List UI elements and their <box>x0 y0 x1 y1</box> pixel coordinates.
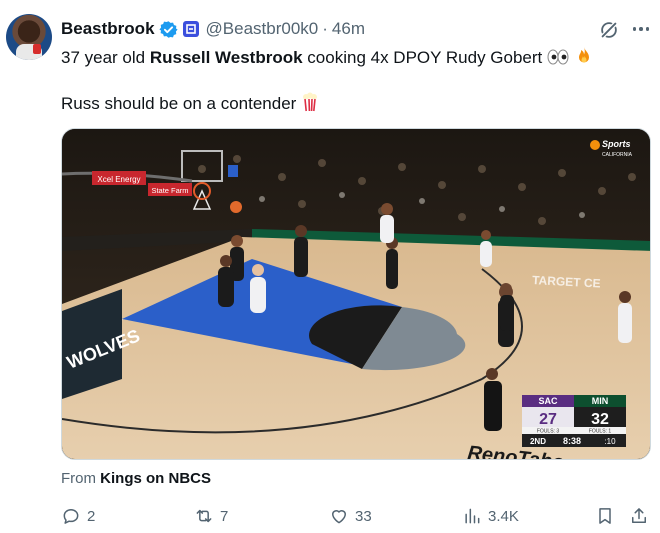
view-count: 3.4K <box>488 507 519 525</box>
bookmark-icon <box>599 508 611 524</box>
away-team: SAC <box>538 396 558 406</box>
display-name[interactable]: Beastbrook <box>61 19 155 39</box>
tweet-header: Beastbrook @Beastbr00k0 · 46m <box>61 18 365 40</box>
tweet-text-bold: Russell Westbrook <box>149 48 303 67</box>
user-handle[interactable]: @Beastbr00k0 <box>206 19 319 39</box>
repost-button[interactable]: 7 <box>194 503 228 529</box>
network-sub: CALIFORNIA <box>602 152 633 158</box>
affiliate-badge-icon[interactable] <box>182 21 199 37</box>
home-fouls: FOULS: 1 <box>589 429 611 435</box>
network-logo: Sports <box>602 139 631 149</box>
game-clock: 8:38 <box>563 436 581 446</box>
video-media[interactable]: Xcel Energy State Farm TARGET CE WOLVES <box>61 128 651 460</box>
tweet-text-part: Russ should be on a contender <box>61 94 302 113</box>
basketball-game-frame: Xcel Energy State Farm TARGET CE WOLVES <box>62 129 650 459</box>
like-button[interactable]: 33 <box>329 503 372 529</box>
share-icon <box>632 508 646 523</box>
tweet-text-line-2: Russ should be on a contender <box>61 92 319 115</box>
away-fouls: FOULS: 3 <box>537 429 559 435</box>
reply-count: 2 <box>87 507 96 525</box>
tweet-text-part: 37 year old <box>61 48 150 67</box>
media-source: From Kings on NBCS <box>61 470 211 487</box>
timestamp[interactable]: 46m <box>332 19 365 39</box>
shot-clock: :10 <box>604 437 616 446</box>
sign-xcel: Xcel Energy <box>97 175 140 184</box>
sign-statefarm: State Farm <box>151 186 188 195</box>
repost-count: 7 <box>220 507 229 525</box>
reply-icon <box>63 509 79 524</box>
eyes-emoji-icon <box>547 49 569 65</box>
tweet-text-part: cooking 4x DPOY Rudy Gobert <box>302 48 547 67</box>
separator-dot: · <box>322 19 328 38</box>
source-prefix: From <box>61 470 101 487</box>
reply-button[interactable]: 2 <box>61 503 95 529</box>
popcorn-emoji-icon <box>303 92 318 112</box>
more-options-icon[interactable] <box>630 18 652 40</box>
tweet-text-line-1: 37 year old Russell Westbrook cooking 4x… <box>61 46 594 69</box>
scoreboard: SAC MIN 27 32 FOULS: 3 FOULS: 1 2ND 8:38… <box>522 395 626 447</box>
quarter: 2ND <box>530 437 546 446</box>
avatar[interactable] <box>6 14 52 60</box>
tweet[interactable]: Beastbrook @Beastbr00k0 · 46m 37 year ol… <box>0 0 660 533</box>
source-link[interactable]: Kings on NBCS <box>100 470 211 487</box>
verified-badge-icon <box>158 20 178 38</box>
action-bar: 2 7 33 3.4K <box>0 503 660 529</box>
grok-icon[interactable] <box>598 19 620 41</box>
away-score: 27 <box>539 411 557 428</box>
home-team: MIN <box>592 396 609 406</box>
home-score: 32 <box>591 411 609 428</box>
repost-icon <box>196 509 212 523</box>
views-icon <box>465 508 480 524</box>
views-button[interactable]: 3.4K <box>462 503 519 529</box>
bookmark-button[interactable] <box>595 503 615 529</box>
fire-emoji-icon <box>578 47 589 63</box>
heart-icon <box>332 510 346 524</box>
like-count: 33 <box>355 507 372 525</box>
share-button[interactable] <box>629 503 649 529</box>
